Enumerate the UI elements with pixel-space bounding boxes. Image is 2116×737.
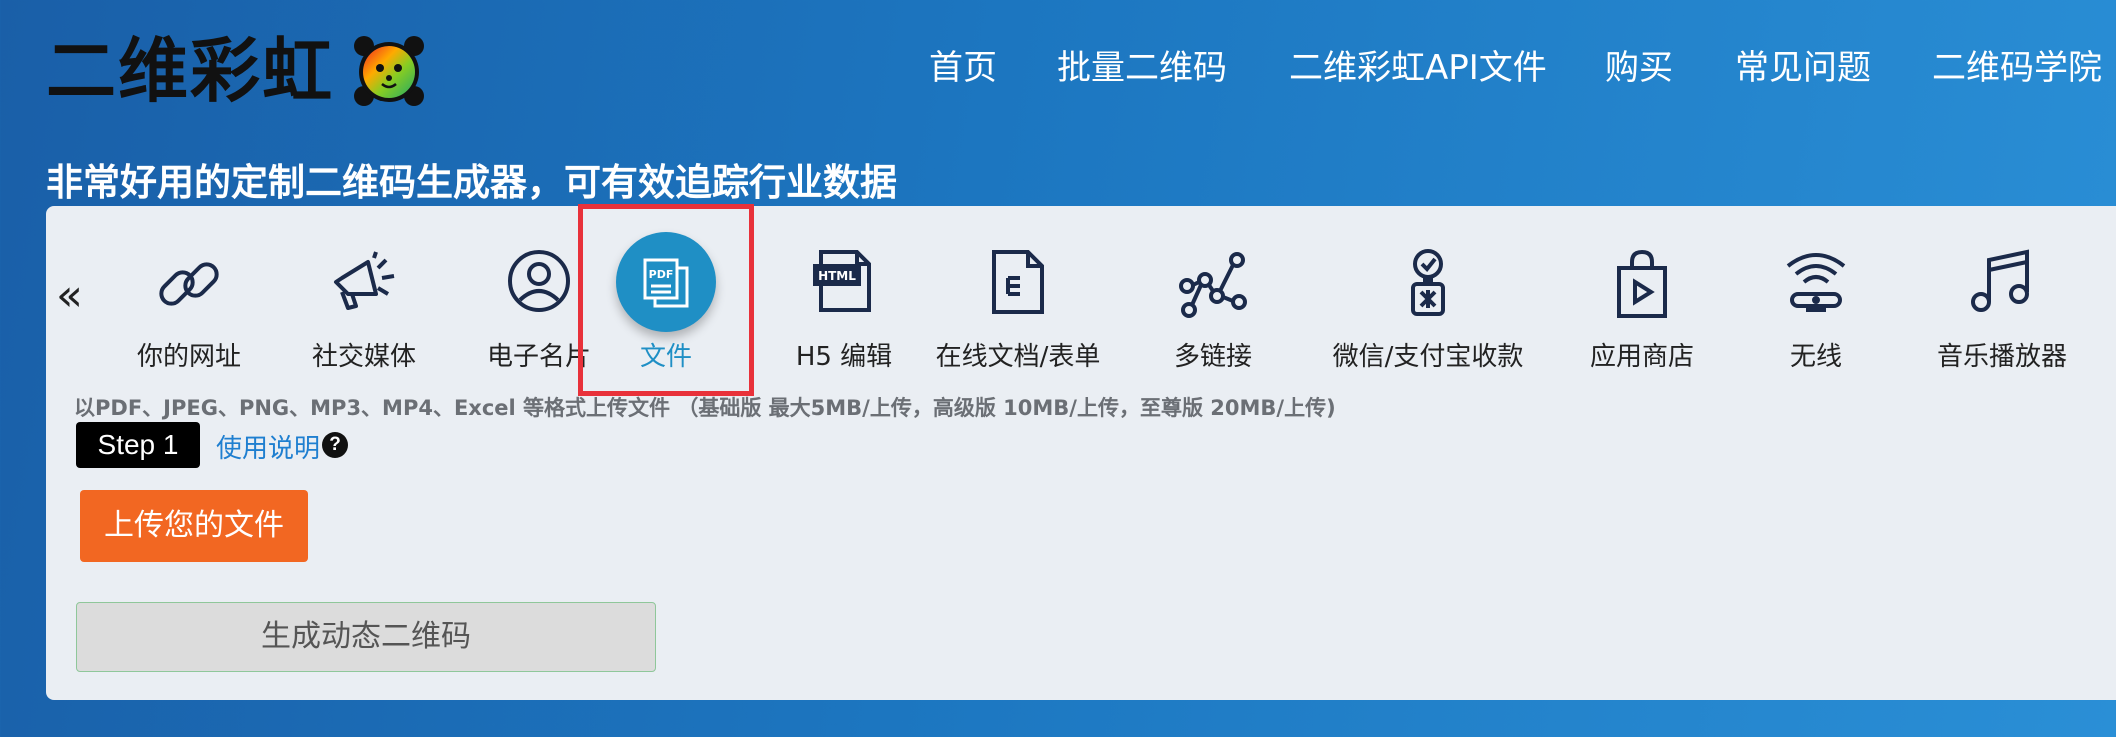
usage-instructions-link[interactable]: 使用说明 [216, 428, 320, 465]
document-icon [992, 250, 1044, 314]
nav-api-docs[interactable]: 二维彩虹API文件 [1289, 40, 1547, 96]
category-online-docs[interactable]: 在线文档/表单 [928, 206, 1108, 386]
nav-batch-qr[interactable]: 批量二维码 [1057, 40, 1227, 96]
app-store-bag-icon [1617, 249, 1667, 318]
category-label: 多链接 [1173, 342, 1252, 372]
nav-faq[interactable]: 常见问题 [1735, 40, 1871, 96]
category-music-player[interactable]: 音乐播放器 [1912, 206, 2092, 386]
prev-arrow-icon[interactable]: « [56, 274, 83, 318]
generator-panel: « 你的网址 社交媒体 电子名片 PDF 文件 HTML H5 编辑 在线文档/… [46, 204, 2116, 700]
wifi-router-icon [1786, 253, 1846, 312]
category-multi-link[interactable]: 多链接 [1123, 206, 1303, 386]
top-nav: 首页 批量二维码 二维彩虹API文件 购买 常见问题 二维码学院 [0, 40, 2116, 96]
nav-home[interactable]: 首页 [929, 40, 997, 96]
nav-qr-academy[interactable]: 二维码学院 [1932, 40, 2102, 96]
link-icon [159, 262, 219, 306]
nav-purchase[interactable]: 购买 [1605, 40, 1673, 96]
page-tagline: 非常好用的定制二维码生成器，可有效追踪行业数据 [46, 161, 897, 204]
category-label: 微信/支付宝收款 [1332, 342, 1524, 372]
category-wifi[interactable]: 无线 [1726, 206, 1906, 386]
network-nodes-icon [1179, 252, 1247, 318]
upload-file-button[interactable]: 上传您的文件 [80, 490, 308, 562]
user-circle-icon [508, 250, 570, 312]
pdf-file-icon: PDF [643, 258, 689, 308]
generate-dynamic-qr-button[interactable]: 生成动态二维码 [76, 602, 656, 672]
megaphone-icon [334, 251, 395, 310]
category-label: 音乐播放器 [1936, 342, 2067, 372]
music-note-icon [1971, 249, 2029, 312]
category-payment[interactable]: 微信/支付宝收款 [1333, 206, 1523, 386]
html-file-icon: HTML [813, 250, 871, 312]
question-icon[interactable]: ? [322, 432, 348, 458]
svg-text:PDF: PDF [649, 268, 674, 281]
step-badge: Step 1 [76, 422, 200, 468]
payment-icon [1411, 249, 1445, 316]
upload-format-hint: 以PDF、JPEG、PNG、MP3、MP4、Excel 等格式上传文件 （基础版… [74, 396, 1336, 420]
svg-text:HTML: HTML [818, 269, 856, 283]
